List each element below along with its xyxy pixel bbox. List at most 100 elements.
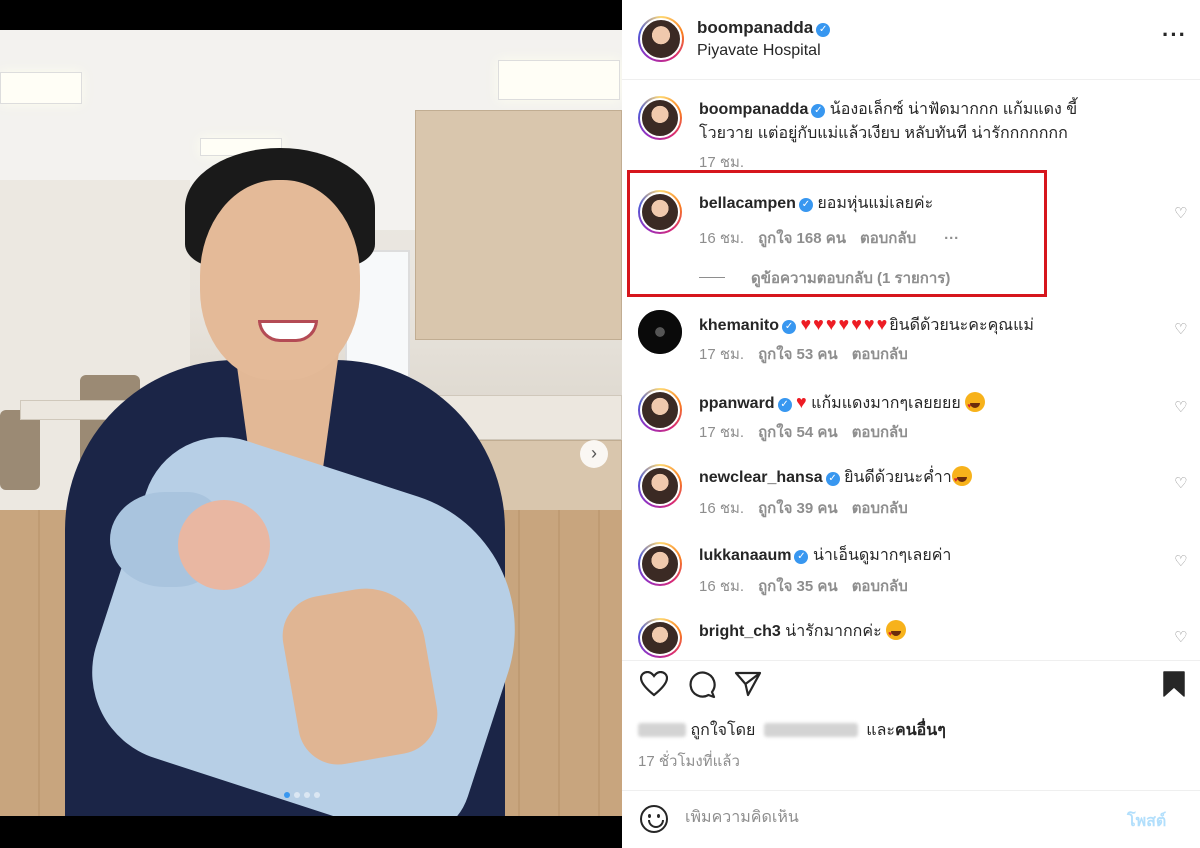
comment-input[interactable] [685, 809, 1105, 827]
author-username[interactable]: boompanadda ✓ [697, 18, 831, 38]
like-heart-icon[interactable] [640, 671, 668, 697]
baby-face [178, 500, 270, 590]
comment-time: 17 ชม. [699, 346, 745, 363]
heart-emoji: ♥ [796, 392, 807, 412]
comment-meta: 17 ชม. ถูกใจ 53 คน ตอบกลับ [699, 342, 922, 366]
ceiling-light [0, 72, 82, 104]
comment-item: lukkanaaum ✓ น่าเอ็นดูมากๆเลยค่า 16 ชม. ถู… [622, 542, 1200, 602]
comment-text: bright_ch3 น่ารักมากกค่ะ [699, 620, 1154, 647]
comment-likes[interactable]: ถูกใจ 54 คน [758, 424, 838, 441]
comment-item: newclear_hansa✓ ยินดีด้วยนะค่ำา 16 ชม. ถู… [622, 464, 1200, 524]
post-comment-button[interactable]: โพสต์ [1127, 809, 1166, 834]
reply-button[interactable]: ตอบกลับ [852, 500, 908, 517]
heart-eyes-emoji-icon [951, 466, 972, 493]
comment-like-heart-icon[interactable]: ♡ [1174, 322, 1190, 338]
comment-like-heart-icon[interactable]: ♡ [1174, 554, 1190, 570]
comment-username[interactable]: bright_ch3 [699, 623, 781, 640]
comment-username[interactable]: khemanito [699, 317, 779, 334]
commenter-avatar[interactable] [638, 190, 682, 234]
reply-button[interactable]: ตอบกลับ [860, 230, 916, 247]
post-header: boompanadda ✓ Piyavate Hospital ··· [622, 0, 1200, 80]
comment-username[interactable]: lukkanaaum [699, 547, 791, 564]
comment-likes[interactable]: ถูกใจ 53 คน [758, 346, 838, 363]
post-photo[interactable]: › [0, 30, 622, 816]
carousel-dot [314, 792, 320, 798]
caption: boompanadda ✓ น้องอเล็กซ์ น่าฟัดมากกก แก้… [622, 96, 1200, 171]
others-link[interactable]: คนอื่นๆ [895, 722, 946, 739]
comment-likes[interactable]: ถูกใจ 35 คน [758, 578, 838, 595]
replies-divider-line [699, 277, 725, 278]
share-paper-plane-icon[interactable] [734, 671, 762, 697]
comment-body: ยินดีด้วยนะค่ำา [844, 469, 952, 486]
commenter-avatar[interactable] [638, 542, 682, 586]
carousel-dot [284, 792, 290, 798]
comment-like-heart-icon[interactable]: ♡ [1174, 630, 1190, 646]
next-photo-button[interactable]: › [580, 440, 608, 468]
comment-text: khemanito ✓ ♥♥♥♥♥♥♥ยินดีด้วยนะคะคุณแม่ [699, 312, 1154, 338]
comment-username[interactable]: ppanward [699, 395, 775, 412]
commenter-avatar[interactable] [638, 310, 682, 354]
commenter-avatar[interactable] [638, 618, 682, 658]
comment-more-button[interactable]: ··· [944, 230, 959, 247]
comment-likes[interactable]: ถูกใจ 39 คน [758, 500, 838, 517]
heart-emojis: ♥♥♥♥♥♥♥ [800, 314, 890, 334]
comment-time: 16 ชม. [699, 230, 745, 247]
verified-badge-icon: ✓ [811, 104, 826, 118]
comment-meta: 17 ชม. ถูกใจ 54 คน ตอบกลับ [699, 420, 922, 444]
comment-body: น่าเอ็นดูมากๆเลยค่า [812, 547, 952, 564]
verified-badge-icon: ✓ [798, 198, 813, 212]
author-avatar[interactable] [638, 96, 682, 140]
commenter-avatar[interactable] [638, 388, 682, 432]
verified-badge-icon: ✓ [782, 320, 797, 334]
comment-likes[interactable]: ถูกใจ 168 คน [758, 230, 846, 247]
comment-bubble-icon[interactable] [688, 671, 716, 699]
action-bar [622, 660, 1200, 706]
verified-badge-icon: ✓ [794, 550, 809, 564]
comment-text: bellacampen ✓ ยอมหุ่นแม่เลยค่ะ [699, 192, 1154, 216]
post-location[interactable]: Piyavate Hospital [697, 42, 821, 60]
comment-like-heart-icon[interactable]: ♡ [1174, 206, 1190, 222]
caption-username[interactable]: boompanadda [699, 101, 808, 118]
comment-time: 17 ชม. [699, 424, 745, 441]
photo-panel: › [0, 0, 622, 848]
heart-eyes-emoji-icon [886, 620, 907, 647]
reply-button[interactable]: ตอบกลับ [852, 578, 908, 595]
comment-body: แก้มแดงมากๆเลยยยย [811, 395, 961, 412]
comment-like-heart-icon[interactable]: ♡ [1174, 400, 1190, 416]
commenter-avatar[interactable] [638, 464, 682, 508]
author-avatar[interactable] [638, 16, 684, 62]
comment-meta: 16 ชม. ถูกใจ 168 คน ตอบกลับ ··· [699, 226, 973, 250]
comment-time: 16 ชม. [699, 578, 745, 595]
comment-username[interactable]: bellacampen [699, 195, 796, 212]
liker-name-blurred[interactable] [763, 723, 858, 737]
cabinet [415, 110, 622, 340]
comment-meta: 16 ชม. ถูกใจ 35 คน ตอบกลับ [699, 574, 922, 598]
reply-button[interactable]: ตอบกลับ [852, 346, 908, 363]
comment-text: newclear_hansa ✓ ยินดีด้วยนะค่ำา [699, 466, 1154, 493]
more-options-button[interactable]: ··· [1162, 22, 1187, 48]
comment-item: ppanward✓ ♥ แก้มแดงมากๆเลยยยย 17 ชม. ถูกใ… [622, 388, 1200, 448]
caption-line-2: โวยวาย แต่อยู่กับแม่แล้วเงียบ หลับทันที … [699, 125, 1068, 142]
carousel-dot [304, 792, 310, 798]
comment-body: ยินดีด้วยนะคะคุณแม่ [889, 317, 1034, 334]
save-bookmark-icon[interactable] [1163, 671, 1185, 697]
comment-time: 16 ชม. [699, 500, 745, 517]
caption-time: 17 ชม. [699, 154, 745, 171]
post-timestamp: 17 ชั่วโมงที่แล้ว [638, 753, 740, 770]
comment-username[interactable]: newclear_hansa [699, 469, 823, 486]
heart-eyes-emoji-icon [965, 392, 986, 419]
carousel-dot [294, 792, 300, 798]
carousel-dots [284, 792, 320, 798]
comment-like-heart-icon[interactable]: ♡ [1174, 476, 1190, 492]
view-replies-button[interactable]: ดูข้อความตอบกลับ (1 รายการ) [699, 266, 950, 290]
post-sidebar: boompanadda ✓ Piyavate Hospital ··· boomp… [622, 0, 1200, 848]
comment-body: น่ารักมากกค่ะ [785, 623, 882, 640]
comment-item: bright_ch3 น่ารักมากกค่ะ ♡ [622, 618, 1200, 658]
verified-badge-icon: ✓ [777, 398, 792, 412]
liker-avatars-blurred [638, 723, 686, 737]
emoji-picker-icon[interactable] [640, 805, 668, 833]
ceiling-light [498, 60, 620, 100]
reply-button[interactable]: ตอบกลับ [852, 424, 908, 441]
comment-item: khemanito ✓ ♥♥♥♥♥♥♥ยินดีด้วยนะคะคุณแม่ 17… [622, 310, 1200, 370]
caption-text: boompanadda ✓ น้องอเล็กซ์ น่าฟัดมากกก แก้… [699, 98, 1154, 146]
